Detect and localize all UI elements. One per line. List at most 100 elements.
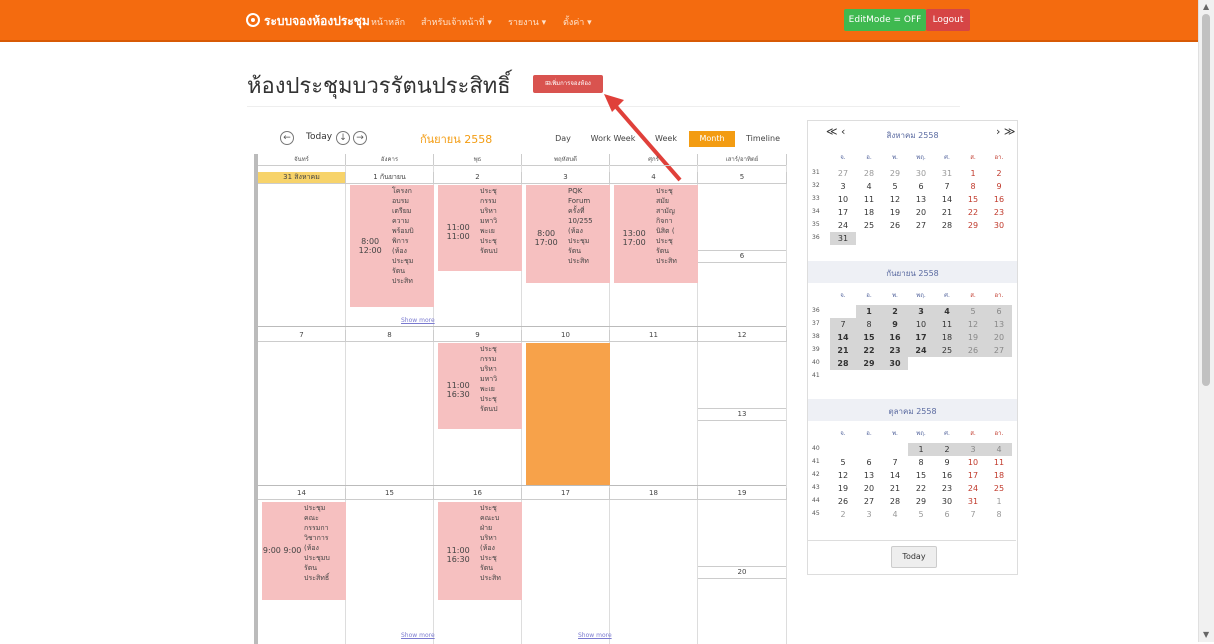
mini-day-cell[interactable]: 29: [882, 167, 908, 180]
mini-day-cell[interactable]: 3: [960, 443, 986, 456]
mini-day-cell[interactable]: 9: [934, 456, 960, 469]
mini-day-cell[interactable]: 13: [986, 318, 1012, 331]
mini-month-title[interactable]: กันยายน 2558: [808, 267, 1017, 280]
date-cell[interactable]: 5: [698, 172, 787, 184]
mini-day-cell[interactable]: 6: [908, 180, 934, 193]
date-cell[interactable]: 12: [698, 330, 787, 342]
mini-day-cell[interactable]: 3: [830, 180, 856, 193]
mini-day-cell[interactable]: 23: [934, 482, 960, 495]
nav-home[interactable]: หน้าหลัก: [371, 15, 405, 29]
mini-day-cell[interactable]: 26: [830, 495, 856, 508]
mini-day-cell[interactable]: 14: [934, 193, 960, 206]
mini-month-title[interactable]: สิงหาคม 2558: [808, 129, 1017, 142]
date-cell[interactable]: 1 กันยายน: [346, 172, 434, 184]
mini-day-cell[interactable]: 5: [882, 180, 908, 193]
mini-day-cell[interactable]: 19: [882, 206, 908, 219]
date-cell[interactable]: 6: [698, 250, 786, 263]
nav-settings[interactable]: ตั้งค่า ▾: [563, 15, 592, 29]
date-cell[interactable]: 18: [610, 488, 698, 500]
mini-day-cell[interactable]: 17: [830, 206, 856, 219]
nav-staff[interactable]: สำหรับเจ้าหน้าที่ ▾: [421, 15, 492, 29]
date-cell[interactable]: 15: [346, 488, 434, 500]
mini-day-cell[interactable]: 27: [830, 167, 856, 180]
mini-day-cell[interactable]: 4: [856, 180, 882, 193]
view-week[interactable]: Week: [651, 131, 681, 147]
mini-day-cell[interactable]: 1: [856, 305, 882, 318]
mini-day-cell[interactable]: 18: [856, 206, 882, 219]
mini-day-cell[interactable]: 17: [908, 331, 934, 344]
mini-day-cell[interactable]: 24: [960, 482, 986, 495]
mini-day-cell[interactable]: 28: [856, 167, 882, 180]
mini-day-cell[interactable]: 31: [934, 167, 960, 180]
mini-day-cell[interactable]: 8: [986, 508, 1012, 521]
mini-day-cell[interactable]: 4: [882, 508, 908, 521]
date-cell[interactable]: 4: [610, 172, 698, 184]
mini-day-cell[interactable]: 29: [908, 495, 934, 508]
mini-day-cell[interactable]: 2: [986, 167, 1012, 180]
mini-day-cell[interactable]: 15: [960, 193, 986, 206]
view-timeline[interactable]: Timeline: [743, 131, 783, 147]
mini-day-cell[interactable]: 7: [960, 508, 986, 521]
mini-day-cell[interactable]: 8: [960, 180, 986, 193]
mini-day-cell[interactable]: 30: [908, 167, 934, 180]
mini-day-cell[interactable]: 4: [934, 305, 960, 318]
mini-day-cell[interactable]: 27: [856, 495, 882, 508]
mini-day-cell[interactable]: 1: [908, 443, 934, 456]
today-link[interactable]: Today: [306, 132, 332, 142]
date-cell[interactable]: 17: [522, 488, 610, 500]
show-more-link[interactable]: Show more: [401, 317, 435, 324]
mini-day-cell[interactable]: 2: [934, 443, 960, 456]
show-more-link[interactable]: Show more: [578, 632, 612, 639]
mini-day-cell[interactable]: 14: [882, 469, 908, 482]
mini-day-cell[interactable]: 5: [830, 456, 856, 469]
event-item[interactable]: 11:00 11:00 ประชุ กรรม บริหา มหาวิ พะเย …: [438, 185, 522, 271]
mini-day-cell[interactable]: 31: [830, 232, 856, 245]
event-item[interactable]: 9:00 9:00 ประชุม คณะ กรรมกา วิชาการ (ห้อ…: [262, 502, 346, 600]
mini-day-cell[interactable]: 15: [856, 331, 882, 344]
mini-day-cell[interactable]: 6: [986, 305, 1012, 318]
date-cell[interactable]: 7: [258, 330, 346, 342]
nav-report[interactable]: รายงาน ▾: [508, 15, 546, 29]
mini-day-cell[interactable]: 28: [882, 495, 908, 508]
mini-day-cell[interactable]: 25: [986, 482, 1012, 495]
mini-day-cell[interactable]: 31: [960, 495, 986, 508]
mini-day-cell[interactable]: 5: [908, 508, 934, 521]
mini-day-cell[interactable]: 23: [882, 344, 908, 357]
mini-day-cell[interactable]: 16: [934, 469, 960, 482]
mini-day-cell[interactable]: 22: [856, 344, 882, 357]
mini-day-cell[interactable]: 6: [934, 508, 960, 521]
mini-month-title[interactable]: ตุลาคม 2558: [808, 405, 1017, 418]
mini-day-cell[interactable]: 11: [986, 456, 1012, 469]
mini-day-cell[interactable]: 1: [986, 495, 1012, 508]
mini-day-cell[interactable]: 16: [986, 193, 1012, 206]
date-cell[interactable]: 31 สิงหาคม: [258, 172, 346, 184]
event-item[interactable]: 13:00 17:00 ประชุ สมัย สามัญ กิจกา นิสิต…: [614, 185, 698, 283]
mini-day-cell[interactable]: 26: [882, 219, 908, 232]
view-workweek[interactable]: Work Week: [590, 131, 636, 147]
mini-day-cell[interactable]: 10: [830, 193, 856, 206]
mini-day-cell[interactable]: 20: [986, 331, 1012, 344]
mini-day-cell[interactable]: 29: [856, 357, 882, 370]
mini-day-cell[interactable]: 20: [856, 482, 882, 495]
mini-day-cell[interactable]: 7: [830, 318, 856, 331]
editmode-button[interactable]: EditMode = OFF: [844, 9, 926, 31]
mini-day-cell[interactable]: 15: [908, 469, 934, 482]
scroll-down-icon[interactable]: ▼: [1203, 630, 1209, 639]
selected-day-highlight[interactable]: [526, 343, 610, 485]
mini-day-cell[interactable]: 17: [960, 469, 986, 482]
mini-day-cell[interactable]: 25: [934, 344, 960, 357]
mini-day-cell[interactable]: 4: [986, 443, 1012, 456]
mini-day-cell[interactable]: 13: [908, 193, 934, 206]
date-cell[interactable]: 2: [434, 172, 522, 184]
prev-arrow-icon[interactable]: ←: [280, 131, 294, 145]
mini-day-cell[interactable]: 12: [830, 469, 856, 482]
add-booking-button[interactable]: ⊞เพิ่มการจองห้อง: [533, 75, 603, 93]
logout-button[interactable]: Logout: [926, 9, 970, 31]
mini-day-cell[interactable]: 28: [830, 357, 856, 370]
mini-day-cell[interactable]: 20: [908, 206, 934, 219]
page-scrollbar[interactable]: ▲ ▼: [1198, 0, 1214, 642]
mini-day-cell[interactable]: 8: [856, 318, 882, 331]
mini-day-cell[interactable]: 14: [830, 331, 856, 344]
mini-day-cell[interactable]: 19: [960, 331, 986, 344]
mini-day-cell[interactable]: 30: [986, 219, 1012, 232]
